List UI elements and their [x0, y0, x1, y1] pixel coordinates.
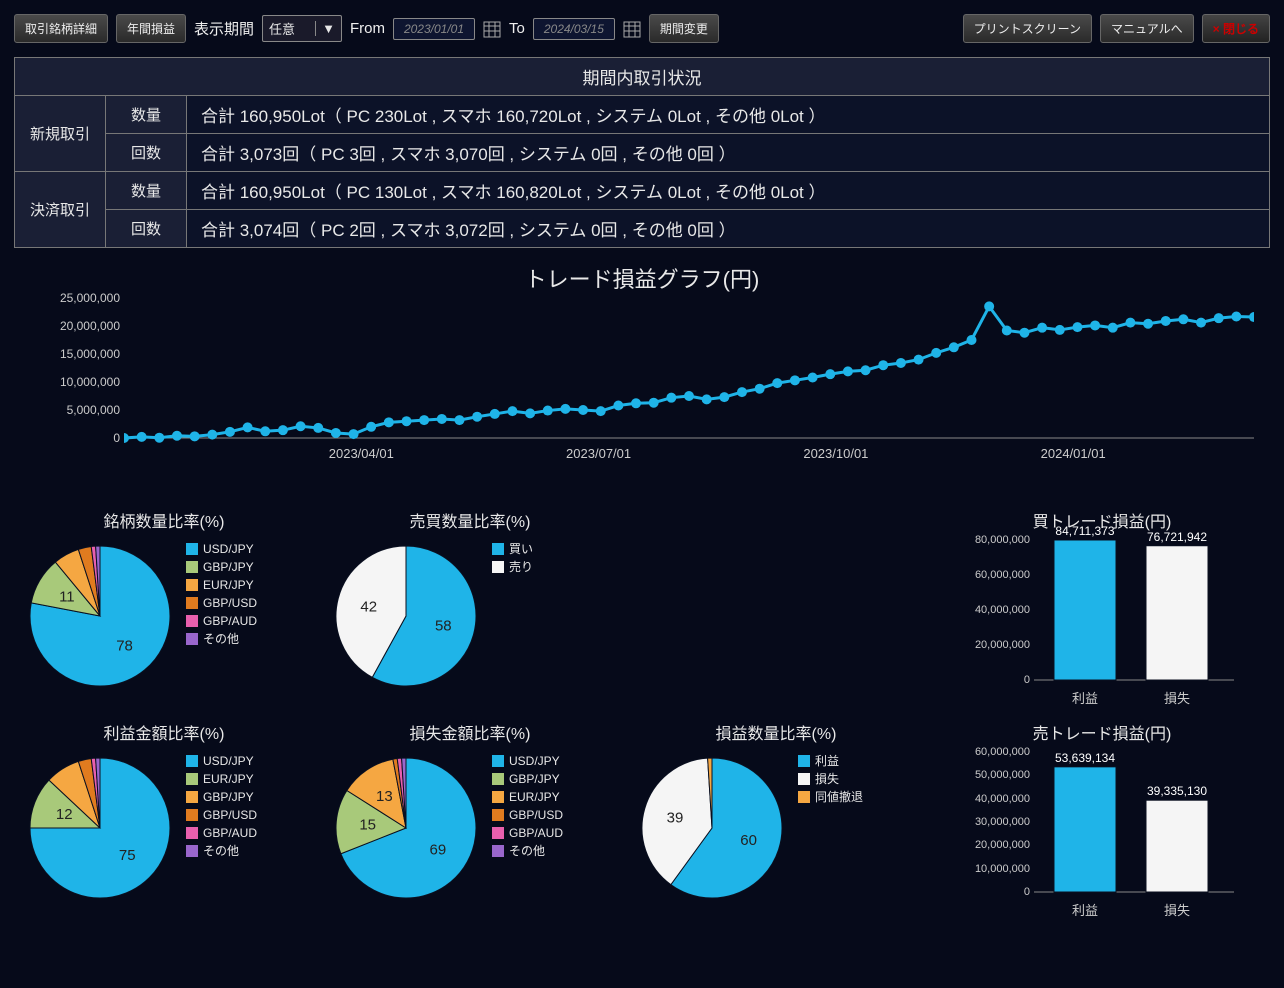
pie3-cell: 利益金額比率(%) 75 12 USD/JPYEUR/JPYGBP/JPYGBP/U…: [14, 716, 314, 922]
pie5-cell: 損益数量比率(%) 60 39 利益損失同値撤退: [626, 716, 926, 922]
row-val: 合計 3,073回（ PC 3回 , スマホ 3,070回 , システム 0回 …: [187, 134, 1270, 172]
line-chart-title: トレード損益グラフ(円): [14, 262, 1270, 294]
row-val: 合計 160,950Lot（ PC 230Lot , スマホ 160,720Lo…: [187, 96, 1270, 134]
row-sub: 数量: [106, 96, 187, 134]
pie5-legend: 利益損失同値撤退: [798, 752, 863, 806]
btn-trade-detail[interactable]: 取引銘柄詳細: [14, 14, 108, 43]
svg-text:42: 42: [360, 598, 377, 615]
pie1-chart: 78 11: [24, 540, 176, 695]
chart-grid: 銘柄数量比率(%) 78 11 USD/JPYGBP/JPYEUR/JPYGBP/U…: [14, 504, 1270, 922]
table-row: 回数 合計 3,074回（ PC 2回 , スマホ 3,072回 , システム …: [15, 210, 1270, 248]
row-sub: 回数: [106, 134, 187, 172]
row-side: 決済取引: [15, 172, 106, 248]
btn-manual[interactable]: マニュアルへ: [1100, 14, 1194, 43]
btn-change-period[interactable]: 期間変更: [649, 14, 719, 43]
lbl-to: To: [509, 20, 525, 37]
summary-table: 期間内取引状況 新規取引 数量 合計 160,950Lot（ PC 230Lot…: [14, 57, 1270, 248]
pie1-cell: 銘柄数量比率(%) 78 11 USD/JPYGBP/JPYEUR/JPYGBP/U…: [14, 504, 314, 710]
svg-text:12: 12: [56, 806, 73, 823]
pie4-chart: 69 1513: [330, 752, 482, 907]
bar2-title: 売トレード損益(円): [932, 720, 1272, 744]
svg-text:13: 13: [376, 788, 393, 805]
table-row: 回数 合計 3,073回（ PC 3回 , スマホ 3,070回 , システム …: [15, 134, 1270, 172]
btn-close[interactable]: × 閉じる: [1202, 14, 1270, 43]
pie1-title: 銘柄数量比率(%): [14, 508, 314, 532]
date-from-input[interactable]: 2023/01/01: [393, 18, 475, 40]
bar2-cell: 売トレード損益(円) 010,000,00020,000,00030,000,0…: [932, 716, 1272, 922]
summary-title: 期間内取引状況: [15, 58, 1270, 96]
calendar-icon[interactable]: [483, 20, 501, 38]
toolbar: 取引銘柄詳細 年間損益 表示期間 任意 ▼ From 2023/01/01 To…: [14, 14, 1270, 43]
pie5-title: 損益数量比率(%): [626, 720, 926, 744]
pie3-title: 利益金額比率(%): [14, 720, 314, 744]
row-sub: 数量: [106, 172, 187, 210]
btn-print-screen[interactable]: プリントスクリーン: [963, 14, 1092, 43]
pie2-legend: 買い売り: [492, 540, 533, 576]
line-chart: 05,000,00010,000,00015,000,00020,000,000…: [24, 298, 1260, 478]
row-sub: 回数: [106, 210, 187, 248]
bar1-cell: 買トレード損益(円) 020,000,00040,000,00060,000,0…: [932, 504, 1272, 710]
svg-text:39: 39: [667, 809, 684, 826]
lbl-period: 表示期間: [194, 18, 254, 39]
calendar-icon[interactable]: [623, 20, 641, 38]
pie5-chart: 60 39: [636, 752, 788, 907]
pie2-cell: 売買数量比率(%) 58 42 買い売り: [320, 504, 620, 710]
row-side: 新規取引: [15, 96, 106, 172]
row-val: 合計 3,074回（ PC 2回 , スマホ 3,072回 , システム 0回 …: [187, 210, 1270, 248]
pie4-title: 損失金額比率(%): [320, 720, 620, 744]
pie2-title: 売買数量比率(%): [320, 508, 620, 532]
pie3-legend: USD/JPYEUR/JPYGBP/JPYGBP/USDGBP/AUDその他: [186, 752, 257, 860]
period-select[interactable]: 任意 ▼: [262, 15, 342, 42]
svg-text:11: 11: [59, 588, 75, 605]
btn-annual-pl[interactable]: 年間損益: [116, 14, 186, 43]
svg-text:75: 75: [119, 847, 136, 864]
pie1-legend: USD/JPYGBP/JPYEUR/JPYGBP/USDGBP/AUDその他: [186, 540, 257, 648]
row-val: 合計 160,950Lot（ PC 130Lot , スマホ 160,820Lo…: [187, 172, 1270, 210]
pie2-chart: 58 42: [330, 540, 482, 695]
bar2-chart: 010,000,00020,000,00030,000,00040,000,00…: [962, 752, 1272, 922]
pie4-legend: USD/JPYGBP/JPYEUR/JPYGBP/USDGBP/AUDその他: [492, 752, 563, 860]
svg-text:60: 60: [740, 832, 757, 849]
table-row: 新規取引 数量 合計 160,950Lot（ PC 230Lot , スマホ 1…: [15, 96, 1270, 134]
pie3-chart: 75 12: [24, 752, 176, 907]
svg-text:69: 69: [429, 842, 446, 859]
pie4-cell: 損失金額比率(%) 69 1513 USD/JPYGBP/JPYEUR/JPYGBP…: [320, 716, 620, 922]
period-select-value: 任意: [269, 19, 295, 38]
table-row: 決済取引 数量 合計 160,950Lot（ PC 130Lot , スマホ 1…: [15, 172, 1270, 210]
svg-text:58: 58: [435, 618, 452, 635]
bar1-chart: 020,000,00040,000,00060,000,00080,000,00…: [962, 540, 1272, 710]
lbl-from: From: [350, 20, 385, 37]
svg-text:15: 15: [359, 816, 376, 833]
date-to-input[interactable]: 2024/03/15: [533, 18, 615, 40]
svg-text:78: 78: [116, 638, 133, 655]
chevron-down-icon: ▼: [315, 21, 335, 36]
